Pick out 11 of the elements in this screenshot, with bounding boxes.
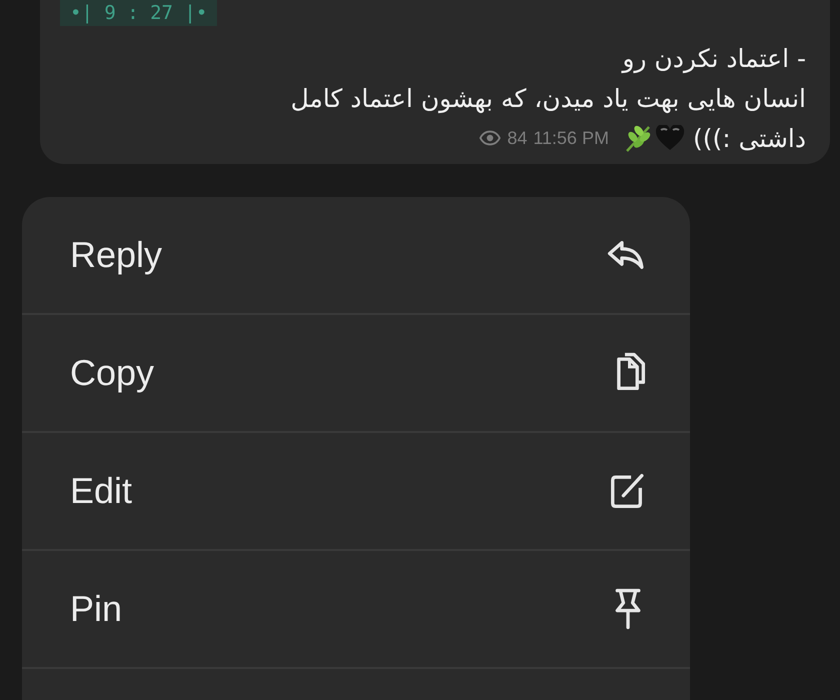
menu-item[interactable]: Pin <box>22 551 690 669</box>
menu-item[interactable]: Copy <box>22 315 690 433</box>
menu-item[interactable]: Edit <box>22 433 690 551</box>
message-text: داشتی :))) <box>692 124 806 152</box>
message-time: 11:56 PM <box>533 128 609 148</box>
heart-icon <box>654 125 685 151</box>
menu-item[interactable]: Reply <box>22 197 690 315</box>
time-tag: •| 9 : 27 |• <box>60 0 218 26</box>
message-text: انسان هایی بهت یاد میدن، که بهشون اعتماد کامل <box>290 84 806 112</box>
message-text: - اعتماد نکردن رو <box>622 44 806 72</box>
view-count: 84 <box>507 128 528 148</box>
